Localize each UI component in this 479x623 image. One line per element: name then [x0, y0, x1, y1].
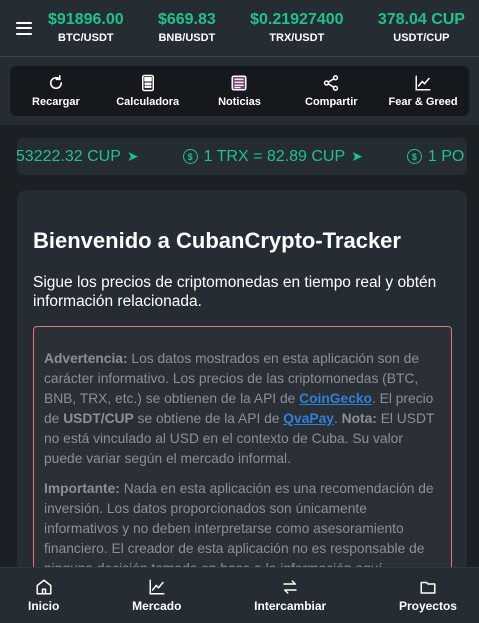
bottom-navigation: Inicio Mercado Intercambiar Proyectos [0, 567, 479, 623]
calculator-icon [141, 74, 154, 92]
news-label: Noticias [218, 96, 261, 108]
price-list: $91896.00 BTC/USDT $669.83 BNB/USDT $0.2… [48, 11, 479, 45]
fear-greed-button[interactable]: Fear & Greed [379, 74, 467, 108]
chart-icon [149, 579, 165, 595]
price-ticker: 253222.32 CUP ➤ $ 1 TRX = 82.89 CUP ➤ $ … [17, 138, 467, 175]
calculator-label: Calculadora [116, 96, 180, 108]
price-value: 378.04 CUP [377, 11, 465, 28]
nav-exchange-label: Intercambiar [254, 599, 327, 613]
reload-button[interactable]: Recargar [12, 74, 100, 108]
coins-icon: $ [406, 149, 422, 164]
share-button[interactable]: Compartir [287, 74, 375, 108]
nav-exchange[interactable]: Intercambiar [254, 578, 326, 613]
ticker-item: $ 1 TRX = 82.89 CUP ➤ [182, 147, 363, 166]
calculator-button[interactable]: Calculadora [104, 74, 192, 108]
arrow-right-icon: ➤ [126, 148, 139, 164]
folder-icon [420, 581, 436, 594]
share-label: Compartir [305, 96, 358, 108]
price-value: $0.21927400 [250, 11, 344, 28]
qvapay-link[interactable]: QvaPay [283, 411, 334, 426]
dollar-coin-icon: $ [182, 149, 198, 164]
price-pair: BTC/USDT [58, 32, 114, 44]
price-pair: TRX/USDT [269, 32, 325, 44]
hamburger-icon [16, 21, 32, 35]
price-header: $91896.00 BTC/USDT $669.83 BNB/USDT $0.2… [0, 0, 479, 57]
refresh-icon [49, 75, 62, 90]
arrow-right-icon: ➤ [351, 148, 363, 164]
warning-label: Advertencia: [44, 351, 128, 366]
share-icon [324, 75, 339, 91]
ticker-item: $ 1 PO [406, 147, 465, 166]
price-value: $91896.00 [48, 11, 124, 28]
price-pair: BNB/USDT [158, 32, 216, 44]
warning-paragraph: Advertencia: Los datos mostrados en esta… [44, 349, 441, 469]
price-bnb: $669.83 BNB/USDT [158, 11, 216, 45]
reload-label: Recargar [32, 96, 80, 108]
important-label: Importante: [44, 481, 120, 496]
coingecko-link[interactable]: CoinGecko [299, 391, 372, 406]
price-trx: $0.21927400 TRX/USDT [250, 11, 343, 45]
menu-button[interactable] [0, 0, 48, 57]
welcome-subtitle: Sigue los precios de criptomonedas en ti… [33, 274, 437, 310]
ticker-item: 253222.32 CUP ➤ [17, 148, 139, 166]
nav-home-label: Inicio [28, 599, 60, 613]
swap-icon [283, 580, 297, 594]
nav-projects-label: Proyectos [398, 599, 457, 613]
chart-line-icon [415, 75, 431, 91]
ticker-text: 253222.32 CUP [17, 147, 121, 165]
price-btc: $91896.00 BTC/USDT [48, 11, 124, 45]
nav-market[interactable]: Mercado [132, 578, 181, 613]
welcome-card: Bienvenido a CubanCrypto-Tracker Sigue l… [17, 190, 467, 623]
price-pair: USDT/CUP [393, 32, 450, 44]
nav-projects[interactable]: Proyectos [399, 578, 457, 613]
ticker-text: 1 TRX = 82.89 CUP [203, 147, 346, 165]
price-value: $669.83 [157, 11, 216, 28]
nav-market-label: Mercado [132, 599, 182, 613]
ticker-track: 253222.32 CUP ➤ $ 1 TRX = 82.89 CUP ➤ $ … [17, 138, 467, 175]
nav-home[interactable]: Inicio [28, 578, 59, 613]
usdt-cup-label: USDT/CUP [63, 411, 134, 426]
news-button[interactable]: Noticias [195, 74, 283, 108]
welcome-title: Bienvenido a CubanCrypto-Tracker [33, 228, 401, 253]
ticker-text: 1 PO [427, 147, 465, 165]
newspaper-icon [231, 75, 247, 91]
fear-greed-label: Fear & Greed [388, 96, 458, 108]
toolbar-container: Recargar Calculadora Noticias Compartir [0, 57, 479, 125]
action-toolbar: Recargar Calculadora Noticias Compartir [10, 66, 469, 116]
home-icon [36, 579, 52, 595]
note-label: Nota: [341, 411, 377, 426]
warning-text: se obtiene de la API de [133, 411, 284, 426]
warning-text: . [333, 411, 342, 426]
price-usdt-cup: 378.04 CUP USDT/CUP [378, 11, 465, 45]
